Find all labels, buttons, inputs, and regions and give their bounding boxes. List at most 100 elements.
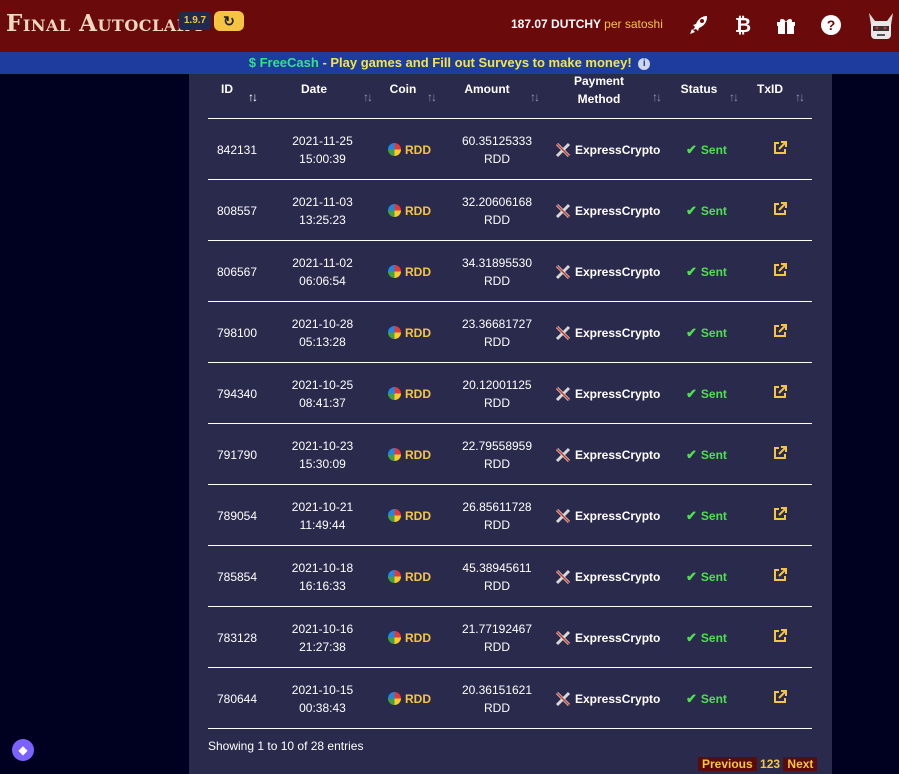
row-txid-link[interactable] <box>768 668 792 729</box>
pagination: Previous 123 Next <box>698 755 818 773</box>
external-link-icon[interactable] <box>773 446 787 463</box>
page-numbers[interactable]: 123 <box>760 757 780 771</box>
row-time: 15:30:09 <box>299 456 346 471</box>
external-link-icon[interactable] <box>773 690 787 707</box>
expresscrypto-icon <box>555 325 571 341</box>
row-amount-unit: RDD <box>483 151 510 166</box>
row-amount-value: 23.36681727 <box>461 316 533 331</box>
row-datetime: 2021-11-03 13:25:23 <box>280 180 365 241</box>
row-txid-link[interactable] <box>768 302 792 363</box>
external-link-icon[interactable] <box>773 629 787 646</box>
external-link-icon[interactable] <box>773 202 787 219</box>
table-row: 794340 2021-10-25 08:41:37 RDD 20.12001125 RD… <box>208 362 812 424</box>
check-icon: ✔ <box>686 263 697 279</box>
row-txid-link[interactable] <box>768 607 792 668</box>
external-link-icon[interactable] <box>773 324 787 341</box>
reddcoin-icon <box>388 387 401 400</box>
row-txid-link[interactable] <box>768 241 792 302</box>
row-datetime: 2021-11-02 06:06:54 <box>280 241 365 302</box>
row-date: 2021-10-16 <box>291 621 354 636</box>
row-method-label: ExpressCrypto <box>575 325 661 340</box>
row-method-label: ExpressCrypto <box>575 142 661 157</box>
external-link-icon[interactable] <box>773 141 787 158</box>
row-amount-unit: RDD <box>483 639 510 654</box>
rocket-icon[interactable] <box>686 13 712 39</box>
expresscrypto-icon <box>555 569 571 585</box>
row-txid-link[interactable] <box>768 363 792 424</box>
help-icon[interactable]: ? <box>818 13 844 39</box>
sort-icon-txid[interactable]: ↑↓ <box>795 90 805 104</box>
row-coin: RDD <box>388 546 458 607</box>
row-time: 16:16:33 <box>299 578 346 593</box>
row-status-label: Sent <box>700 325 727 340</box>
row-txid-link[interactable] <box>768 485 792 546</box>
floating-action-button[interactable]: ◆ <box>12 739 34 761</box>
row-coin-label: RDD <box>405 508 431 523</box>
avatar[interactable] <box>866 11 896 43</box>
row-method-label: ExpressCrypto <box>575 691 661 706</box>
row-status: ✔ Sent <box>686 119 746 180</box>
gift-icon[interactable] <box>773 13 799 39</box>
row-id: 780644 <box>216 691 258 706</box>
row-time: 00:38:43 <box>299 700 346 715</box>
sort-icon-id[interactable]: ↑↓ <box>248 90 258 104</box>
row-payment-method: ExpressCrypto <box>555 180 675 241</box>
check-icon: ✔ <box>686 324 697 340</box>
row-coin: RDD <box>388 485 458 546</box>
row-date: 2021-10-25 <box>291 377 354 392</box>
row-time: 15:00:39 <box>299 151 346 166</box>
row-amount-value: 32.20606168 <box>461 194 533 209</box>
row-time: 05:13:28 <box>299 334 346 349</box>
row-coin: RDD <box>388 180 458 241</box>
row-status-label: Sent <box>700 142 727 157</box>
row-payment-method: ExpressCrypto <box>555 241 675 302</box>
row-txid-link[interactable] <box>768 424 792 485</box>
row-amount-value: 26.85611728 <box>462 499 532 514</box>
bitcoin-icon[interactable]: ₿ <box>730 13 756 39</box>
sort-icon-payment[interactable]: ↑↓ <box>652 90 662 104</box>
refresh-button[interactable]: ↻ <box>214 11 244 31</box>
row-payment-method: ExpressCrypto <box>555 424 675 485</box>
row-method-label: ExpressCrypto <box>575 447 661 462</box>
sort-icon-status[interactable]: ↑↓ <box>729 90 739 104</box>
external-link-icon[interactable] <box>773 507 787 524</box>
expresscrypto-icon <box>555 691 571 707</box>
sort-icon-coin[interactable]: ↑↓ <box>427 90 437 104</box>
row-status-label: Sent <box>700 508 727 523</box>
col-payment[interactable]: Payment Method <box>569 72 629 116</box>
row-coin-label: RDD <box>405 447 431 462</box>
previous-button[interactable]: Previous <box>698 757 757 771</box>
row-amount: 60.35125333 RDD <box>456 119 538 180</box>
row-date: 2021-10-18 <box>291 560 354 575</box>
reddcoin-icon <box>388 204 401 217</box>
row-amount-value: 60.35125333 <box>461 133 533 148</box>
expresscrypto-icon <box>555 386 571 402</box>
row-status-label: Sent <box>700 569 727 584</box>
check-icon: ✔ <box>686 507 697 523</box>
check-icon: ✔ <box>686 568 697 584</box>
app-logo[interactable]: Final Autoclaim <box>6 10 203 37</box>
sort-icon-date[interactable]: ↑↓ <box>363 90 373 104</box>
row-coin: RDD <box>388 241 458 302</box>
external-link-icon[interactable] <box>773 568 787 585</box>
table-row: 808557 2021-11-03 13:25:23 RDD 32.20606168 RD… <box>208 179 812 241</box>
row-time: 06:06:54 <box>299 273 346 288</box>
svg-text:?: ? <box>827 17 836 33</box>
reddcoin-icon <box>388 265 401 278</box>
row-payment-method: ExpressCrypto <box>555 607 675 668</box>
next-button[interactable]: Next <box>783 757 818 771</box>
expresscrypto-icon <box>555 203 571 219</box>
external-link-icon[interactable] <box>773 385 787 402</box>
row-amount: 21.77192467 RDD <box>456 607 538 668</box>
row-txid-link[interactable] <box>768 119 792 180</box>
row-id: 842131 <box>216 142 258 157</box>
info-icon[interactable]: i <box>638 57 651 70</box>
external-link-icon[interactable] <box>773 263 787 280</box>
promo-banner[interactable]: $ FreeCash - Play games and Fill out Sur… <box>0 52 899 74</box>
table-row: 783128 2021-10-16 21:27:38 RDD 21.77192467 RD… <box>208 606 812 668</box>
sort-icon-amount[interactable]: ↑↓ <box>530 90 540 104</box>
row-txid-link[interactable] <box>768 546 792 607</box>
expresscrypto-icon <box>555 447 571 463</box>
row-status: ✔ Sent <box>686 668 746 729</box>
row-txid-link[interactable] <box>768 180 792 241</box>
